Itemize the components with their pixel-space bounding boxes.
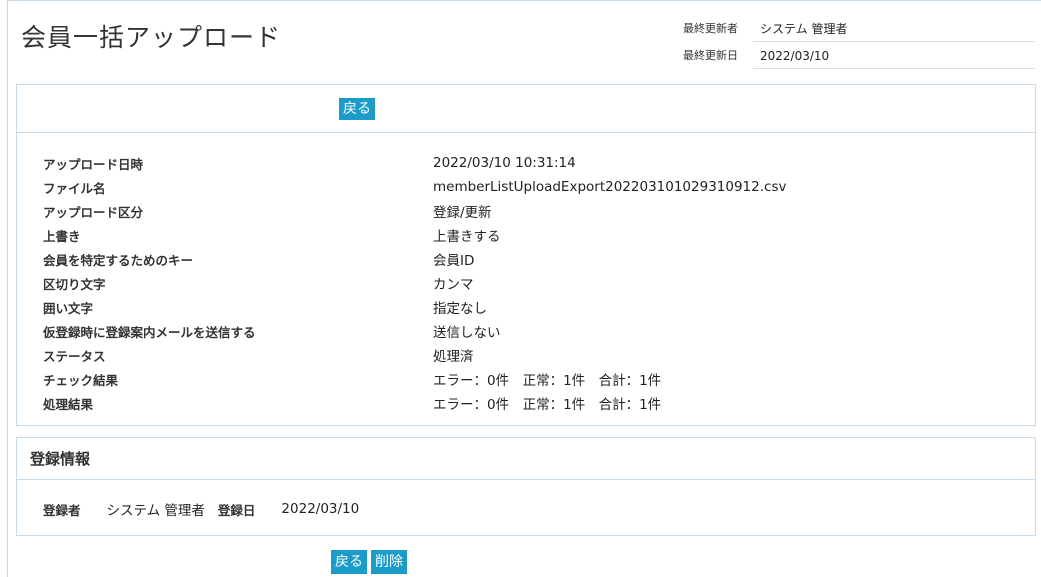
top-toolbar: 戻る <box>17 85 1035 133</box>
detail-label: 仮登録時に登録案内メールを送信する <box>43 324 256 340</box>
detail-row: ファイル名 memberListUploadExport202203101029… <box>43 175 786 199</box>
registration-date-value: 2022/03/10 <box>281 501 360 517</box>
registration-body: 登録者 システム 管理者 登録日 2022/03/10 <box>17 480 1035 519</box>
back-button-bottom[interactable]: 戻る <box>331 550 367 574</box>
back-button-top[interactable]: 戻る <box>339 98 375 120</box>
last-updated-by-label: 最終更新者 <box>683 21 738 35</box>
update-meta: 最終更新者 システム 管理者 最終更新日 2022/03/10 <box>683 14 1035 69</box>
detail-label: 区切り文字 <box>43 276 106 292</box>
detail-value: エラー：0件 正常：1件 合計：1件 <box>433 397 662 413</box>
last-updated-date-row: 最終更新日 2022/03/10 <box>683 41 1035 69</box>
registration-panel: 登録情報 登録者 システム 管理者 登録日 2022/03/10 <box>16 437 1036 536</box>
detail-list: アップロード日時 2022/03/10 10:31:14 ファイル名 membe… <box>43 151 786 415</box>
detail-label: アップロード区分 <box>43 204 144 220</box>
detail-label: チェック結果 <box>43 372 119 388</box>
last-updated-by-value: システム 管理者 <box>753 14 1035 42</box>
detail-label: 処理結果 <box>43 396 94 412</box>
last-updated-by-row: 最終更新者 システム 管理者 <box>683 14 1035 42</box>
detail-label: アップロード日時 <box>43 156 144 172</box>
footer-actions: 戻る 削除 <box>331 550 407 574</box>
detail-row: 上書き 上書きする <box>43 223 786 247</box>
detail-row: 会員を特定するためのキー 会員ID <box>43 247 786 271</box>
registration-heading: 登録情報 <box>17 438 1035 480</box>
detail-label: ファイル名 <box>43 180 106 196</box>
detail-value: 指定なし <box>433 301 487 317</box>
detail-value: 登録/更新 <box>433 205 492 221</box>
detail-label: 上書き <box>43 228 81 244</box>
upload-detail-panel: 戻る アップロード日時 2022/03/10 10:31:14 ファイル名 me… <box>16 84 1036 426</box>
detail-label: 囲い文字 <box>43 300 94 316</box>
detail-value: 処理済 <box>433 349 474 365</box>
detail-value: 会員ID <box>433 253 475 269</box>
detail-label: ステータス <box>43 348 106 364</box>
detail-label: 会員を特定するためのキー <box>43 252 194 268</box>
detail-row: 仮登録時に登録案内メールを送信する 送信しない <box>43 319 786 343</box>
detail-value: 送信しない <box>433 325 501 341</box>
detail-row: 処理結果 エラー：0件 正常：1件 合計：1件 <box>43 391 786 415</box>
detail-row: アップロード日時 2022/03/10 10:31:14 <box>43 151 786 175</box>
registrant-value: システム 管理者 <box>106 503 205 519</box>
registrant-label: 登録者 <box>43 502 81 518</box>
last-updated-date-label: 最終更新日 <box>683 48 738 62</box>
detail-row: 囲い文字 指定なし <box>43 295 786 319</box>
last-updated-date-value: 2022/03/10 <box>753 41 1035 69</box>
registration-date-label: 登録日 <box>217 502 256 518</box>
detail-value: エラー：0件 正常：1件 合計：1件 <box>433 373 662 389</box>
detail-row: チェック結果 エラー：0件 正常：1件 合計：1件 <box>43 367 786 391</box>
detail-value: memberListUploadExport202203101029310912… <box>433 179 787 195</box>
detail-row: アップロード区分 登録/更新 <box>43 199 786 223</box>
delete-button[interactable]: 削除 <box>371 550 407 574</box>
detail-row: 区切り文字 カンマ <box>43 271 786 295</box>
page-title: 会員一括アップロード <box>21 23 282 52</box>
detail-value: カンマ <box>433 277 474 293</box>
detail-value: 2022/03/10 10:31:14 <box>433 155 576 171</box>
detail-value: 上書きする <box>433 229 501 245</box>
detail-row: ステータス 処理済 <box>43 343 786 367</box>
